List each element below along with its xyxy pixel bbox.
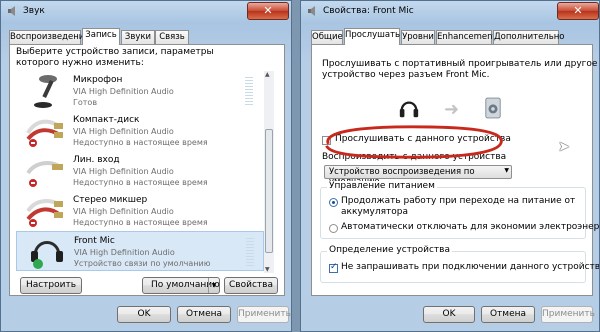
tab-listen[interactable]: Прослушать (344, 28, 400, 45)
device-cd[interactable]: Компакт-диск VIA High Definition Audio Н… (16, 111, 264, 151)
sound-tabs: Воспроизведение Запись Звуки Связь (9, 28, 285, 45)
recording-panel: Выберите устройство записи, параметры ко… (9, 44, 285, 296)
cd-cable-icon (26, 119, 63, 147)
power-group: Управление питанием Продолжать работу пр… (320, 181, 599, 239)
power-continue-radio[interactable] (329, 198, 338, 207)
ok-button[interactable]: OK (423, 306, 475, 323)
intro-line-1: Прослушивать с портативный проигрыватель… (322, 59, 598, 69)
sound-window: Звук ✕ Воспроизведение Запись Звуки Связ… (0, 0, 292, 332)
device-stereo-mix[interactable]: Стерео микшер VIA High Definition Audio … (16, 191, 264, 231)
annotation-ellipse (325, 125, 503, 159)
device-driver: VIA High Definition Audio (73, 127, 174, 136)
device-driver: VIA High Definition Audio (73, 87, 174, 96)
device-status: Недоступно в настоящее время (73, 218, 208, 227)
power-group-label: Управление питанием (327, 181, 437, 191)
intro-line-2: устройство через разъем Front Mic. (322, 70, 490, 80)
device-line-in[interactable]: Лин. вход VIA High Definition Audio Недо… (16, 151, 264, 191)
close-button[interactable]: ✕ (247, 2, 289, 20)
scrollbar-thumb[interactable] (265, 129, 273, 253)
detection-group-label: Определение устройства (327, 245, 452, 255)
mouse-pointer-icon: ➤ (558, 139, 570, 155)
device-driver: VIA High Definition Audio (73, 167, 174, 176)
listen-panel: Прослушивать с портативный проигрыватель… (311, 44, 599, 296)
playback-device-select[interactable]: Устройство воспроизведения по умолчанию … (324, 165, 512, 187)
tab-advanced[interactable]: Дополнительно (493, 30, 565, 44)
ok-button[interactable]: OK (117, 306, 171, 323)
no-prompt-checkbox[interactable]: ✓ (329, 262, 338, 273)
chevron-down-icon[interactable]: ▼ (208, 278, 219, 293)
apply-button[interactable]: Применить (541, 306, 595, 323)
device-driver: VIA High Definition Audio (74, 248, 175, 257)
device-driver: VIA High Definition Audio (73, 207, 174, 216)
configure-button[interactable]: Настроить (20, 277, 82, 294)
tab-enhancements[interactable]: Enhancements (436, 30, 500, 44)
detection-group: Определение устройства ✓ Не запрашивать … (320, 245, 599, 283)
line-in-cable-icon (26, 161, 63, 187)
instruction-text: Выберите устройство записи, параметры ко… (16, 47, 214, 68)
device-list-scrollbar[interactable]: ▲ ▼ (264, 71, 274, 273)
properties-button[interactable]: Свойства (224, 277, 278, 294)
speaker-device-icon (485, 97, 501, 119)
cancel-button[interactable]: Отмена (481, 306, 535, 323)
device-list: Микрофон VIA High Definition Audio Готов… (16, 71, 278, 273)
radio-dot (332, 201, 335, 204)
no-prompt-label[interactable]: Не запрашивать при подключении данного у… (341, 262, 599, 272)
tab-general[interactable]: Общие (311, 30, 343, 44)
close-icon: ✕ (573, 4, 583, 17)
tab-levels[interactable]: Уровни (401, 30, 435, 44)
arrow-right-icon: ➜ (444, 99, 460, 120)
device-status: Недоступно в настоящее время (73, 138, 208, 147)
device-microphone[interactable]: Микрофон VIA High Definition Audio Готов (16, 71, 264, 111)
device-name: Компакт-диск (73, 115, 140, 125)
chevron-down-icon[interactable]: ▼ (504, 167, 509, 174)
microphone-icon (34, 75, 57, 108)
sound-titlebar[interactable]: Звук ✕ (1, 1, 291, 23)
properties-titlebar[interactable]: Свойства: Front Mic ✕ (301, 1, 599, 23)
scrollbar-up-icon[interactable]: ▲ (265, 71, 270, 78)
level-meter (245, 77, 253, 105)
cancel-button[interactable]: Отмена (177, 306, 231, 323)
tab-communications[interactable]: Связь (155, 30, 189, 44)
device-name: Front Mic (74, 236, 115, 246)
set-default-button[interactable]: По умолчанию ▼ (142, 277, 220, 294)
scrollbar-down-icon[interactable]: ▼ (265, 266, 270, 273)
properties-title: Свойства: Front Mic (323, 6, 414, 16)
headphones-icon (399, 101, 419, 118)
tab-playback[interactable]: Воспроизведение (9, 30, 90, 44)
level-meter (246, 238, 254, 266)
close-icon: ✕ (263, 4, 273, 17)
close-button[interactable]: ✕ (557, 2, 599, 20)
power-continue-label-2[interactable]: аккумулятора (341, 207, 408, 217)
power-auto-disable-radio[interactable] (329, 224, 338, 233)
properties-window: Свойства: Front Mic ✕ Общие Прослушать У… (300, 0, 600, 332)
sound-title: Звук (23, 6, 45, 16)
power-continue-label-1[interactable]: Продолжать работу при переходе на питани… (341, 196, 575, 206)
device-status: Готов (73, 98, 98, 107)
device-name: Микрофон (73, 75, 123, 85)
power-auto-disable-label[interactable]: Автоматически отключать для экономии эле… (341, 222, 599, 232)
device-status: Недоступно в настоящее время (73, 178, 208, 187)
apply-button[interactable]: Применить (237, 306, 291, 323)
device-name: Стерео микшер (73, 195, 148, 205)
tab-recording[interactable]: Запись (82, 28, 120, 45)
speaker-icon (8, 6, 15, 16)
properties-tabs: Общие Прослушать Уровни Enhancements Доп… (311, 28, 593, 45)
speaker-icon (308, 6, 315, 16)
device-status: Устройство связи по умолчанию (74, 259, 211, 268)
tab-sounds[interactable]: Звуки (121, 30, 155, 44)
device-name: Лин. вход (73, 155, 120, 165)
stereo-mix-cable-icon (26, 199, 63, 227)
checkmark-icon: ✓ (330, 262, 338, 272)
device-front-mic[interactable]: Front Mic VIA High Definition Audio Устр… (16, 231, 264, 271)
headset-icon (31, 241, 63, 269)
